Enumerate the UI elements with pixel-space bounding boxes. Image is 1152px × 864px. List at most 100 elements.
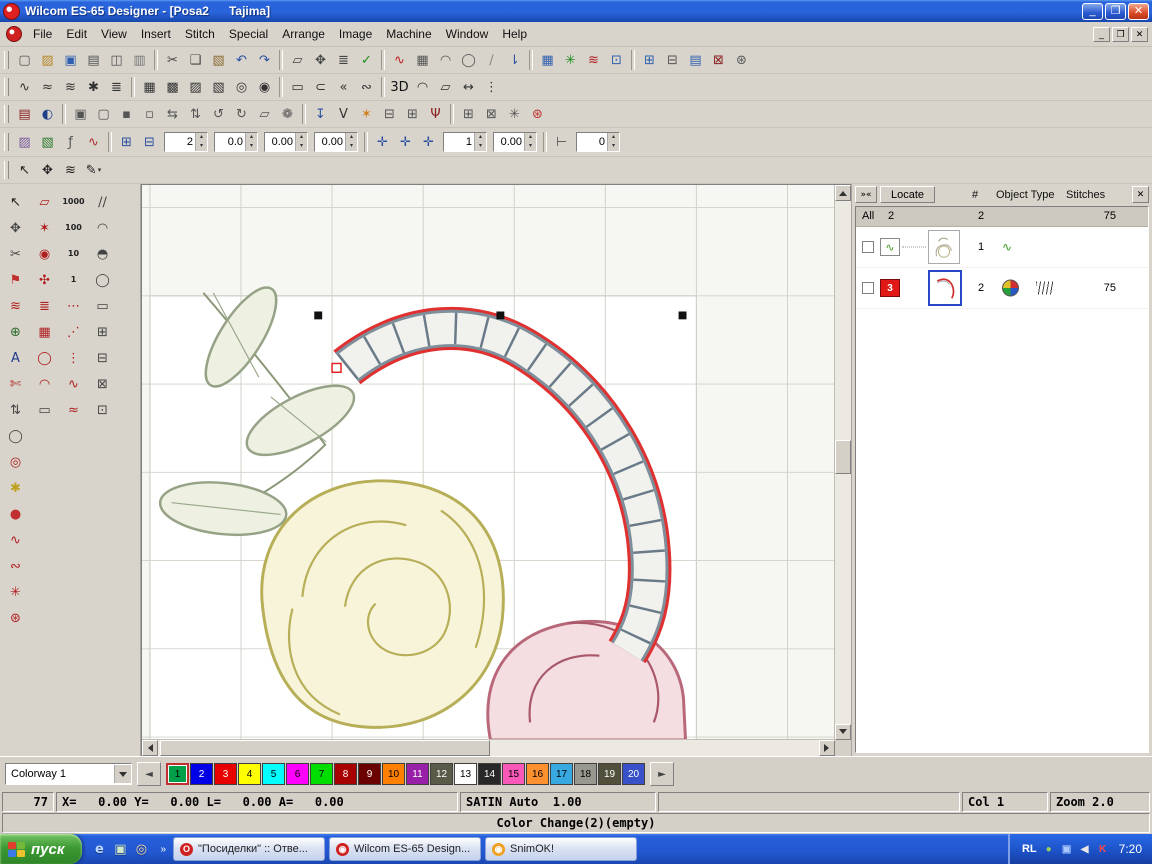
show-stitches-button[interactable]: ≋: [582, 49, 605, 71]
dotted-run-tool[interactable]: ⋯: [60, 294, 87, 318]
rosette-tool[interactable]: ✳: [2, 580, 29, 604]
task-button-3[interactable]: ◉SnimOK!: [485, 837, 637, 861]
summary-row[interactable]: All 2 2 75: [856, 207, 1148, 227]
menu-view[interactable]: View: [94, 24, 134, 44]
menu-insert[interactable]: Insert: [134, 24, 178, 44]
offset-object-button[interactable]: ⊂: [309, 76, 332, 98]
ring-tool[interactable]: ◎: [2, 450, 29, 474]
object-row-selected[interactable]: 3 2 75: [856, 268, 1148, 309]
lettering-tool[interactable]: A: [2, 346, 29, 370]
scroll-right-button[interactable]: [819, 740, 835, 756]
mdi-close-button[interactable]: ✕: [1131, 27, 1148, 42]
export-machine-file-button[interactable]: ▥: [128, 49, 151, 71]
stem-stitch-button[interactable]: ∾: [355, 76, 378, 98]
pull-compensation-button[interactable]: ↔: [457, 76, 480, 98]
ellipse-fill-tool[interactable]: ◯: [31, 346, 58, 370]
embroidery-design-canvas[interactable]: [142, 185, 835, 740]
redo-button[interactable]: ↷: [253, 49, 276, 71]
column-a-tool[interactable]: ▱: [31, 190, 58, 214]
fabric-button[interactable]: ▨: [13, 131, 36, 153]
circle-tool[interactable]: ◯: [2, 424, 29, 448]
palette-color-17[interactable]: 17: [550, 763, 573, 785]
palette-color-12[interactable]: 12: [430, 763, 453, 785]
branching-button[interactable]: Ψ: [424, 103, 447, 125]
quicklaunch-overflow-button[interactable]: »: [158, 844, 168, 855]
reflect-array-button[interactable]: ⊠: [480, 103, 503, 125]
mirror-merge-tool[interactable]: ◓: [89, 242, 116, 266]
stitch-length-field-value[interactable]: 0.0: [215, 136, 245, 148]
effects-button[interactable]: ƒ: [59, 131, 82, 153]
menu-edit[interactable]: Edit: [59, 24, 94, 44]
applique-tool[interactable]: ✄: [2, 372, 29, 396]
stop-tool[interactable]: ●: [2, 502, 29, 526]
triple-dash-tool[interactable]: ⋮: [60, 346, 87, 370]
snap-guide-button[interactable]: ⊟: [138, 131, 161, 153]
wreath-button[interactable]: ❁: [276, 103, 299, 125]
nudge-d-button[interactable]: ✛: [417, 131, 440, 153]
start-end-button[interactable]: ↧: [309, 103, 332, 125]
palette-prev-button[interactable]: ◄: [137, 762, 161, 786]
stitch-edit-button[interactable]: ≋: [59, 159, 82, 181]
triple-run-button[interactable]: ≈: [36, 76, 59, 98]
column-b-tool[interactable]: ✶: [31, 216, 58, 240]
ie-quicklaunch[interactable]: e: [90, 840, 108, 858]
fill-hole-tool[interactable]: ⊕: [2, 320, 29, 344]
menu-machine[interactable]: Machine: [379, 24, 438, 44]
stitch-angle-button[interactable]: ✶: [355, 103, 378, 125]
slant-stitch-button[interactable]: ∕: [480, 49, 503, 71]
palette-color-4[interactable]: 4: [238, 763, 261, 785]
toolbar-grip[interactable]: [4, 105, 9, 123]
stitch-1000-button[interactable]: 1000: [60, 190, 87, 214]
palette-color-8[interactable]: 8: [334, 763, 357, 785]
double-zigzag-tool[interactable]: ≈: [60, 398, 87, 422]
scroll-down-button[interactable]: [835, 724, 851, 740]
tatami-fill-button[interactable]: ▦: [138, 76, 161, 98]
stitch-10-button[interactable]: 10: [60, 242, 87, 266]
lock-button[interactable]: ▪: [115, 103, 138, 125]
backdrop-tool[interactable]: ▭: [31, 398, 58, 422]
braid-button[interactable]: ≣: [332, 49, 355, 71]
run-stitch-button[interactable]: ∿: [13, 76, 36, 98]
closest-join-button[interactable]: ⊞: [401, 103, 424, 125]
thread-color-swatch[interactable]: 3: [880, 279, 900, 297]
program-split-button[interactable]: ▨: [184, 76, 207, 98]
grid-a-tool[interactable]: ⊞: [89, 320, 116, 344]
chevron-down-icon[interactable]: [114, 765, 131, 783]
menu-special[interactable]: Special: [222, 24, 275, 44]
open-design-button[interactable]: ▨: [36, 49, 59, 71]
horizontal-scrollbar[interactable]: [142, 739, 835, 756]
language-indicator[interactable]: RL: [1022, 843, 1037, 855]
underlay-button[interactable]: ▱: [434, 76, 457, 98]
task-button-2[interactable]: ◉Wilcom ES-65 Design...: [329, 837, 481, 861]
kaleidoscope-button[interactable]: ✳: [503, 103, 526, 125]
motif-run-button[interactable]: ✱: [82, 76, 105, 98]
vertical-scroll-thumb[interactable]: [835, 440, 851, 474]
palette-color-16[interactable]: 16: [526, 763, 549, 785]
column-c-tool[interactable]: ◉: [31, 242, 58, 266]
menu-file[interactable]: File: [26, 24, 59, 44]
back-stitch-button[interactable]: «: [332, 76, 355, 98]
design-window-button[interactable]: ⊞: [638, 49, 661, 71]
menu-arrange[interactable]: Arrange: [275, 24, 332, 44]
ellipse-tool-button[interactable]: ◯: [457, 49, 480, 71]
grid-c-tool[interactable]: ⊠: [89, 372, 116, 396]
pull-comp-field-spinner[interactable]: ▴▾: [295, 133, 307, 151]
trapunto-button[interactable]: ◠: [411, 76, 434, 98]
needle-point-button[interactable]: ⇂: [503, 49, 526, 71]
palette-color-1[interactable]: 1: [166, 763, 189, 785]
select-tool[interactable]: ↖: [2, 190, 29, 214]
locate-button[interactable]: Locate: [880, 186, 935, 203]
speed-slider[interactable]: ⊢: [550, 131, 573, 153]
design-check-button[interactable]: ✓: [355, 49, 378, 71]
antivirus-tray-icon[interactable]: K: [1096, 842, 1110, 856]
scroll-left-button[interactable]: [142, 740, 158, 756]
zigzag-tool[interactable]: ≋: [2, 294, 29, 318]
penetration-tool[interactable]: ⚑: [2, 268, 29, 292]
array-button[interactable]: ⊞: [457, 103, 480, 125]
palette-color-10[interactable]: 10: [382, 763, 405, 785]
object-color-icon[interactable]: ∿: [880, 238, 900, 256]
ungroup-button[interactable]: ▢: [92, 103, 115, 125]
minimize-button[interactable]: _: [1082, 3, 1103, 20]
knife-tool[interactable]: ✂: [2, 242, 29, 266]
mirror-y-button[interactable]: ⇅: [184, 103, 207, 125]
